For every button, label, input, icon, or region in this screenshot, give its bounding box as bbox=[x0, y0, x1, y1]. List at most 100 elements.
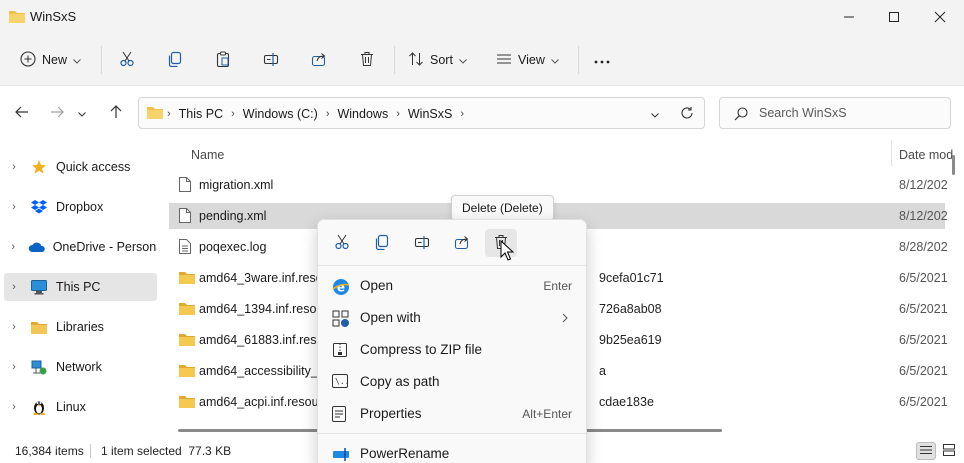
rename-button[interactable] bbox=[258, 46, 284, 74]
breadcrumb-this-pc[interactable]: This PC bbox=[179, 107, 223, 121]
chevron-down-icon bbox=[78, 106, 86, 120]
search-box[interactable]: Search WinSxS bbox=[719, 97, 951, 129]
context-menu-compress-zip[interactable]: Compress to ZIP file bbox=[322, 335, 582, 365]
breadcrumb-windows[interactable]: Windows bbox=[337, 107, 388, 121]
back-button[interactable] bbox=[10, 102, 34, 124]
sidebar-item-onedrive[interactable]: › OneDrive - Personal bbox=[4, 233, 157, 261]
sort-label: Sort bbox=[430, 53, 453, 67]
recent-locations-button[interactable] bbox=[74, 102, 90, 124]
chevron-right-icon[interactable]: › bbox=[4, 201, 24, 213]
chevron-right-icon[interactable]: › bbox=[231, 108, 235, 120]
dropdown-chevron-icon[interactable] bbox=[651, 107, 659, 121]
context-menu-open[interactable]: e Open Enter bbox=[322, 271, 582, 301]
up-button[interactable] bbox=[104, 102, 128, 124]
chevron-right-icon[interactable]: › bbox=[4, 281, 24, 293]
file-row[interactable]: migration.xml 8/12/202 bbox=[169, 172, 945, 198]
chevron-right-icon[interactable]: › bbox=[4, 241, 22, 253]
column-header-date[interactable]: Date mod bbox=[899, 148, 953, 162]
svg-text:e: e bbox=[337, 281, 345, 295]
sidebar-item-quick-access[interactable]: › Quick access bbox=[4, 153, 157, 181]
file-date: 6/5/2021 bbox=[899, 333, 948, 347]
breadcrumb-winsxs[interactable]: WinSxS bbox=[408, 107, 452, 121]
file-name: amd64_1394.inf.resour bbox=[199, 302, 328, 316]
copy-icon bbox=[167, 51, 183, 70]
context-menu-label: Properties bbox=[360, 406, 422, 421]
context-share-button[interactable] bbox=[446, 229, 478, 257]
search-icon bbox=[734, 107, 748, 124]
rename-icon bbox=[414, 234, 430, 253]
chevron-right-icon[interactable]: › bbox=[4, 401, 24, 413]
new-button[interactable]: New bbox=[20, 46, 81, 74]
context-rename-button[interactable] bbox=[406, 229, 438, 257]
file-date: 8/28/202 bbox=[899, 240, 948, 254]
chevron-right-icon[interactable]: › bbox=[396, 108, 400, 120]
file-date: 6/5/2021 bbox=[899, 271, 948, 285]
zip-icon bbox=[332, 342, 348, 361]
tiles-view-button[interactable] bbox=[939, 442, 959, 460]
status-divider bbox=[90, 444, 91, 458]
sidebar-item-dropbox[interactable]: › Dropbox bbox=[4, 193, 157, 221]
shortcut-hint: Alt+Enter bbox=[522, 407, 572, 421]
column-header-name[interactable]: Name bbox=[191, 148, 224, 162]
sidebar-item-this-pc[interactable]: › This PC bbox=[4, 273, 157, 301]
chevron-right-icon[interactable]: › bbox=[4, 361, 24, 373]
close-button[interactable] bbox=[917, 0, 963, 34]
window-title: WinSxS bbox=[30, 9, 76, 24]
sort-button[interactable]: Sort bbox=[408, 46, 467, 74]
context-menu-powerrename[interactable]: PowerRename bbox=[322, 439, 582, 463]
chevron-right-icon: › bbox=[167, 108, 171, 120]
folder-icon bbox=[179, 363, 195, 380]
context-menu-label: Copy as path bbox=[360, 374, 440, 389]
minimize-button[interactable] bbox=[826, 0, 872, 34]
refresh-icon[interactable] bbox=[680, 106, 694, 123]
sidebar-item-linux[interactable]: › Linux bbox=[4, 393, 157, 421]
share-button[interactable] bbox=[306, 46, 332, 74]
sidebar-item-libraries[interactable]: › Libraries bbox=[4, 313, 157, 341]
maximize-button[interactable] bbox=[871, 0, 917, 34]
chevron-right-icon[interactable]: › bbox=[326, 108, 330, 120]
copy-button[interactable] bbox=[162, 46, 188, 74]
copy-icon bbox=[374, 234, 390, 253]
paste-button[interactable] bbox=[210, 46, 236, 74]
file-name-tail: 9cefa01c71 bbox=[599, 271, 664, 285]
sidebar-item-label: Dropbox bbox=[56, 200, 103, 214]
forward-button[interactable] bbox=[45, 102, 69, 124]
navigation-bar: › This PC › Windows (C:) › Windows › Win… bbox=[0, 86, 964, 138]
view-button[interactable]: View bbox=[496, 46, 559, 74]
vertical-scrollbar[interactable] bbox=[952, 155, 955, 175]
context-cut-button[interactable] bbox=[326, 229, 358, 257]
column-divider[interactable] bbox=[891, 140, 892, 166]
folder-icon bbox=[179, 301, 195, 318]
folder-icon bbox=[179, 394, 195, 411]
library-folder-icon bbox=[28, 320, 50, 334]
chevron-down-icon bbox=[73, 53, 81, 67]
context-menu-copy-as-path[interactable]: \.. Copy as path bbox=[322, 367, 582, 397]
selection-info: 1 item selected 77.3 KB bbox=[101, 444, 231, 458]
properties-icon bbox=[332, 406, 346, 425]
file-name-tail: 726a8ab08 bbox=[599, 302, 662, 316]
context-menu-open-with[interactable]: Open with bbox=[322, 303, 582, 333]
navigation-pane: › Quick access › Dropbox › OneDrive - Pe… bbox=[0, 138, 160, 436]
context-menu-properties[interactable]: Properties Alt+Enter bbox=[322, 399, 582, 429]
chevron-right-icon[interactable]: › bbox=[460, 108, 464, 120]
details-view-icon bbox=[920, 444, 932, 458]
context-copy-button[interactable] bbox=[366, 229, 398, 257]
svg-text:\..: \.. bbox=[335, 377, 348, 386]
delete-button[interactable] bbox=[354, 46, 380, 74]
dropbox-icon bbox=[28, 200, 50, 214]
context-menu-label: PowerRename bbox=[360, 446, 449, 461]
chevron-right-icon[interactable]: › bbox=[4, 321, 24, 333]
star-icon bbox=[28, 159, 50, 175]
breadcrumb-windows-c[interactable]: Windows (C:) bbox=[243, 107, 318, 121]
sidebar-item-network[interactable]: › Network bbox=[4, 353, 157, 381]
details-view-button[interactable] bbox=[916, 442, 936, 460]
toolbar-divider bbox=[101, 46, 102, 74]
cut-button[interactable] bbox=[114, 46, 140, 74]
item-count: 16,384 items bbox=[15, 444, 84, 458]
context-menu-label: Open with bbox=[360, 310, 421, 325]
more-options-button[interactable] bbox=[590, 46, 614, 74]
chevron-right-icon bbox=[562, 312, 568, 326]
file-name: pending.xml bbox=[199, 209, 266, 223]
address-bar[interactable]: › This PC › Windows (C:) › Windows › Win… bbox=[138, 97, 705, 129]
chevron-right-icon[interactable]: › bbox=[4, 161, 24, 173]
